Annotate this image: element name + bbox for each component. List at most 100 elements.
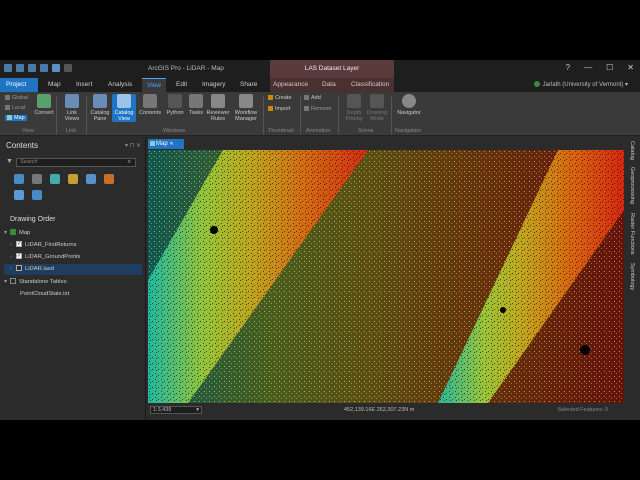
import-button[interactable]: Import: [268, 106, 291, 112]
table-item[interactable]: PointCloudStats.txt: [4, 289, 69, 300]
list-by-charts-icon[interactable]: [14, 190, 24, 200]
workflow-manager-icon: [239, 94, 253, 108]
tab-map-view[interactable]: Map ✕: [148, 139, 184, 149]
view-map[interactable]: Map: [5, 115, 27, 121]
group-navigation-label: Navigation: [395, 128, 421, 134]
reviewer-rules-button[interactable]: Reviewer Rules: [205, 94, 231, 122]
reviewer-rules-icon: [211, 94, 225, 108]
depth-priority-button[interactable]: Depth Priority: [342, 94, 366, 122]
add-button[interactable]: Add: [304, 95, 321, 101]
tree-standalone-tables[interactable]: ▾ Standalone Tables: [4, 277, 67, 288]
tab-edit[interactable]: Edit: [176, 78, 187, 92]
navigator-icon: [402, 94, 416, 108]
scale-selector[interactable]: 1:3,439 ▾: [150, 406, 202, 414]
tab-data[interactable]: Data: [322, 78, 336, 92]
remove-button[interactable]: Remove: [304, 106, 331, 112]
divider: [56, 96, 57, 134]
list-by-selection-icon[interactable]: [50, 174, 60, 184]
list-by-perspective-icon[interactable]: [32, 190, 42, 200]
tab-map[interactable]: Map: [48, 78, 61, 92]
search-input[interactable]: Search ⌕: [16, 158, 136, 167]
side-panel-tabs: Catalog Geoprocessing Raster Functions S…: [626, 137, 640, 420]
user-account[interactable]: Jarlath (University of Vermont) ▾: [533, 81, 628, 88]
group-scene-label: Scene: [358, 128, 374, 134]
lidar-point-cloud-map[interactable]: [148, 150, 624, 403]
contents-pane: Contents ▾ ⊓ ✕ ▼ Search ⌕ Drawing Order ▾…: [0, 137, 146, 420]
layer-ground-points[interactable]: › ✓ LiDAR_GroundPoints: [4, 252, 80, 263]
new-icon[interactable]: [16, 64, 24, 72]
title-bar: ArcGIS Pro - LiDAR - Map LAS Dataset Lay…: [0, 60, 640, 78]
drawing-mode-button[interactable]: Drawing Mode: [365, 94, 389, 122]
workflow-manager-button[interactable]: Workflow Manager: [232, 94, 260, 122]
user-name: Jarlath (University of Vermont) ▾: [542, 82, 628, 88]
side-tab-symbology[interactable]: Symbology: [629, 263, 635, 290]
create-button[interactable]: Create: [268, 95, 292, 101]
group-thumbnail-label: Thumbnail: [268, 128, 294, 134]
undo-icon[interactable]: [52, 64, 60, 72]
convert-icon: [37, 94, 51, 108]
divider: [391, 96, 392, 134]
open-icon[interactable]: [28, 64, 36, 72]
pane-controls[interactable]: ▾ ⊓ ✕: [125, 142, 141, 149]
create-icon: [268, 95, 273, 101]
tab-analysis[interactable]: Analysis: [108, 78, 132, 92]
group-windows-label: Windows: [163, 128, 186, 134]
save-icon[interactable]: [40, 64, 48, 72]
catalog-view-button[interactable]: Catalog View: [112, 94, 136, 122]
group-link-label: Link: [66, 128, 77, 134]
list-by-source-icon[interactable]: [32, 174, 42, 184]
map-icon: [7, 115, 12, 121]
tab-view[interactable]: View: [142, 78, 166, 92]
tab-imagery[interactable]: Imagery: [202, 78, 225, 92]
navigator-button[interactable]: Navigator: [395, 94, 423, 116]
tab-classification[interactable]: Classification: [351, 78, 389, 92]
link-views-button[interactable]: Link Views: [60, 94, 84, 122]
divider: [263, 96, 264, 134]
divider: [338, 96, 339, 134]
search-icon[interactable]: ⌕: [128, 159, 131, 166]
side-tab-raster-functions[interactable]: Raster Functions: [629, 213, 635, 255]
quick-access-toolbar: [4, 64, 72, 72]
add-icon: [304, 95, 309, 101]
layer-checkbox[interactable]: ✓: [16, 241, 22, 248]
tab-share[interactable]: Share: [240, 78, 257, 92]
tab-appearance[interactable]: Appearance: [273, 78, 308, 92]
list-by-drawing-order-icon[interactable]: [14, 174, 24, 184]
layer-first-returns[interactable]: › ✓ LiDAR_FirstReturns: [4, 240, 77, 251]
catalog-view-icon: [117, 94, 131, 108]
redo-icon[interactable]: [64, 64, 72, 72]
contents-title: Contents: [6, 141, 39, 150]
view-local[interactable]: Local: [5, 105, 25, 111]
list-by-snapping-icon[interactable]: [86, 174, 96, 184]
tab-insert[interactable]: Insert: [76, 78, 92, 92]
tab-project[interactable]: Project: [0, 78, 38, 92]
catalog-pane-button[interactable]: Catalog Pane: [88, 94, 112, 122]
view-global[interactable]: Global: [5, 95, 28, 101]
side-tab-catalog[interactable]: Catalog: [629, 141, 635, 160]
point-cloud-render: [148, 150, 624, 403]
window-controls: ? — ☐ ✕: [566, 63, 634, 72]
layer-lidar-lasd[interactable]: › LiDAR.lasd: [4, 264, 142, 275]
help-button[interactable]: ?: [566, 63, 570, 72]
ribbon-view: Global Local Map Convert View Link Views…: [0, 92, 640, 136]
group-animation-label: Animation: [306, 128, 331, 134]
tasks-icon: [189, 94, 203, 108]
side-tab-geoprocessing[interactable]: Geoprocessing: [629, 167, 635, 204]
list-by-editing-icon[interactable]: [68, 174, 78, 184]
table-group-icon: [10, 278, 16, 285]
coordinate-readout: 452,139.16E 262,307.23N m: [344, 407, 415, 413]
local-scene-icon: [5, 105, 10, 111]
list-by-labeling-icon[interactable]: [104, 174, 114, 184]
layer-checkbox[interactable]: ✓: [16, 253, 22, 260]
filter-icon[interactable]: ▼: [6, 158, 13, 165]
minimize-button[interactable]: —: [584, 63, 592, 72]
maximize-button[interactable]: ☐: [606, 63, 613, 72]
context-tab-header: LAS Dataset Layer: [270, 60, 394, 78]
window-title: ArcGIS Pro - LiDAR - Map: [148, 65, 224, 72]
convert-button[interactable]: Convert: [32, 94, 56, 116]
close-button[interactable]: ✕: [627, 63, 634, 72]
link-icon: [65, 94, 79, 108]
layer-checkbox[interactable]: [16, 265, 22, 272]
contents-button[interactable]: Contents: [137, 94, 163, 116]
tree-map[interactable]: ▾ Map: [4, 228, 30, 239]
